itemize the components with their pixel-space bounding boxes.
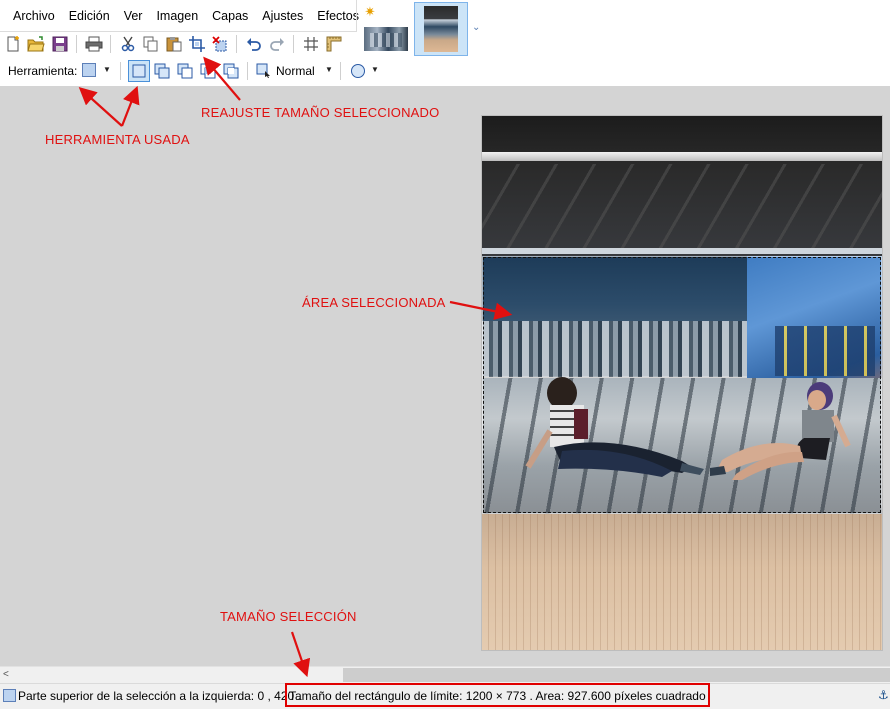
save-button[interactable] xyxy=(51,35,69,53)
redo-button[interactable] xyxy=(268,35,286,53)
toolbar-separator xyxy=(236,35,237,53)
menu-capas[interactable]: Capas xyxy=(205,0,255,32)
menu-efectos[interactable]: Efectos xyxy=(310,0,366,32)
menu-divider-vertical xyxy=(356,0,357,32)
toolbar-separator xyxy=(340,62,341,80)
horizontal-scrollbar[interactable]: < xyxy=(0,666,890,683)
menu-ver[interactable]: Ver xyxy=(117,0,150,32)
toolbar-separator xyxy=(120,62,121,80)
selection-union-icon xyxy=(154,63,170,79)
photo-wood-floor xyxy=(482,514,882,650)
toolbar-separator xyxy=(110,35,111,53)
new-file-button[interactable] xyxy=(4,35,22,53)
selection-intersect-icon xyxy=(200,63,216,79)
selection-marquee[interactable] xyxy=(483,257,881,513)
image-tab-thumbnail-1[interactable] xyxy=(363,26,409,52)
annotation-selected-area: ÁREA SELECCIONADA xyxy=(302,295,446,310)
rectangle-select-tool-icon[interactable] xyxy=(82,63,96,77)
paste-button[interactable] xyxy=(165,35,183,53)
redo-icon xyxy=(270,38,284,51)
grid-toggle-button[interactable] xyxy=(302,35,320,53)
selection-mode-intersect-button[interactable] xyxy=(197,60,219,82)
menu-edicion[interactable]: Edición xyxy=(62,0,117,32)
deselect-button[interactable] xyxy=(211,35,229,53)
selection-replace-icon xyxy=(132,64,146,78)
save-icon xyxy=(52,36,68,52)
selection-mode-xor-button[interactable] xyxy=(220,60,242,82)
selection-offset-text: Parte superior de la selección a la izqu… xyxy=(18,689,301,703)
thumbnail-image xyxy=(364,27,408,51)
selection-mode-replace-button[interactable] xyxy=(128,60,150,82)
open-file-button[interactable] xyxy=(27,35,45,53)
menu-bar: Archivo Edición Ver Imagen Capas Ajustes… xyxy=(0,0,366,32)
annotation-crop-selection: REAJUSTE TAMAÑO SELECCIONADO xyxy=(201,105,440,120)
rulers-toggle-button[interactable] xyxy=(325,35,343,53)
toolbar-separator xyxy=(293,35,294,53)
selection-status-icon xyxy=(3,689,16,702)
anchor-icon: ⚓ xyxy=(878,688,889,702)
menu-imagen[interactable]: Imagen xyxy=(149,0,205,32)
tool-dropdown-arrow-icon[interactable]: ▼ xyxy=(103,65,111,74)
new-image-indicator-icon: ✷ xyxy=(364,4,376,19)
menu-divider xyxy=(0,31,356,32)
crop-to-selection-icon xyxy=(189,36,205,52)
selection-exclude-icon xyxy=(177,63,193,79)
horizontal-scrollbar-thumb[interactable] xyxy=(343,668,890,682)
menu-ajustes[interactable]: Ajustes xyxy=(255,0,310,32)
toolbar-separator xyxy=(247,62,248,80)
cut-button[interactable] xyxy=(119,35,137,53)
selection-size-highlight-box xyxy=(285,683,710,707)
photo-ceiling-truss xyxy=(482,164,882,248)
image-tab-thumbnail-2-active[interactable] xyxy=(414,2,468,56)
copy-icon xyxy=(143,36,158,52)
blend-mode-select[interactable]: Normal xyxy=(276,64,315,78)
antialias-dropdown-arrow-icon[interactable]: ▼ xyxy=(371,65,379,74)
cut-icon xyxy=(121,36,135,52)
grid-icon xyxy=(304,37,318,51)
print-icon xyxy=(85,36,103,52)
blend-mode-dropdown-arrow-icon[interactable]: ▼ xyxy=(325,65,333,74)
photo-ceiling-light xyxy=(482,248,882,254)
deselect-icon xyxy=(212,36,227,52)
crop-to-selection-button[interactable] xyxy=(188,35,206,53)
toolbar-separator xyxy=(76,35,77,53)
paste-icon xyxy=(166,37,182,52)
copy-button[interactable] xyxy=(142,35,160,53)
thumbnails-chevron-down-icon[interactable]: ⌄ xyxy=(472,22,480,33)
selection-mode-union-button[interactable] xyxy=(151,60,173,82)
app-chrome: Archivo Edición Ver Imagen Capas Ajustes… xyxy=(0,0,890,86)
new-file-icon xyxy=(7,36,19,52)
antialias-toggle-button[interactable] xyxy=(347,60,369,82)
annotation-selection-size: TAMAÑO SELECCIÓN xyxy=(220,609,357,624)
menu-archivo[interactable]: Archivo xyxy=(6,0,62,32)
thumbnail-image xyxy=(424,6,458,52)
selection-xor-icon xyxy=(223,63,239,79)
photo-ceiling-light xyxy=(482,152,882,161)
scroll-left-arrow-icon[interactable]: < xyxy=(3,669,9,680)
selection-cursor-icon xyxy=(256,63,270,78)
undo-button[interactable] xyxy=(245,35,263,53)
selection-quality-button[interactable] xyxy=(253,60,275,82)
selection-mode-exclude-button[interactable] xyxy=(174,60,196,82)
ruler-icon xyxy=(326,36,342,52)
undo-icon xyxy=(247,38,261,51)
tool-label: Herramienta: xyxy=(8,64,78,78)
annotation-tool-used: HERRAMIENTA USADA xyxy=(45,132,190,147)
print-button[interactable] xyxy=(85,35,103,53)
open-file-icon xyxy=(27,36,45,52)
antialias-circle-icon xyxy=(351,64,365,78)
